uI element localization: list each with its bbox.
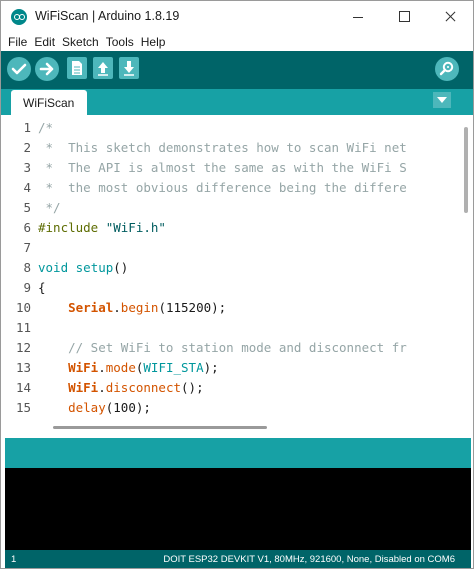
title-bar: WiFiScan | Arduino 1.8.19 — [1, 1, 473, 32]
code-line: 11 — [1, 318, 461, 338]
toolbar — [1, 51, 473, 89]
line-number: 14 — [15, 380, 31, 395]
menu-file[interactable]: File — [8, 35, 27, 49]
line-number: 8 — [23, 260, 31, 275]
code-text: WiFi.mode(WIFI_STA); — [68, 360, 219, 375]
horizontal-scrollbar[interactable] — [1, 421, 473, 435]
arrow-down-icon — [124, 61, 134, 76]
tab-bar: WiFiScan — [1, 89, 473, 115]
document-icon — [72, 61, 82, 75]
line-number: 2 — [23, 140, 31, 155]
code-editor[interactable]: 1 /* 2 * This sketch demonstrates how to s… — [1, 115, 473, 421]
code-text: */ — [38, 200, 61, 215]
upload-button[interactable] — [35, 57, 59, 81]
code-line: 9{ — [1, 278, 461, 298]
arduino-ide-window: WiFiScan | Arduino 1.8.19 File Edit Sket… — [0, 0, 474, 569]
code-line: 2 * This sketch demonstrates how to scan… — [1, 138, 461, 158]
line-number: 4 — [23, 180, 31, 195]
code-line: 5 */ — [1, 198, 461, 218]
code-text: delay(100); — [68, 400, 151, 415]
verify-button[interactable] — [7, 57, 31, 81]
code-text: #include "WiFi.h" — [38, 220, 166, 235]
tab-wifiscan[interactable]: WiFiScan — [11, 90, 87, 115]
vertical-scroll-thumb[interactable] — [464, 127, 468, 213]
code-text: * This sketch demonstrates how to scan W… — [38, 140, 407, 155]
serial-monitor-button[interactable] — [435, 57, 459, 81]
console-output — [5, 468, 471, 550]
minimize-button[interactable] — [335, 1, 381, 32]
line-number: 9 — [23, 280, 31, 295]
code-line: 4 * the most obvious difference being th… — [1, 178, 461, 198]
menu-sketch[interactable]: Sketch — [62, 35, 99, 49]
code-line: 15 delay(100); — [1, 398, 461, 418]
horizontal-scroll-thumb[interactable] — [53, 426, 267, 429]
code-text: * The API is almost the same as with the… — [38, 160, 407, 175]
line-number: 7 — [23, 240, 31, 255]
code-line: 6 #include "WiFi.h" — [1, 218, 461, 238]
line-number: 6 — [23, 220, 31, 235]
code-text: Serial.begin(115200); — [68, 300, 227, 315]
code-line: 13 WiFi.mode(WIFI_STA); — [1, 358, 461, 378]
arrow-up-icon — [98, 62, 108, 76]
save-button[interactable] — [119, 57, 139, 79]
arduino-logo-icon — [11, 9, 27, 25]
code-text: * the most obvious difference being the … — [38, 180, 407, 195]
menu-tools[interactable]: Tools — [106, 35, 134, 49]
code-line: 3 * The API is almost the same as with t… — [1, 158, 461, 178]
open-button[interactable] — [93, 57, 113, 79]
line-number: 1 — [23, 120, 31, 135]
line-number: 15 — [15, 400, 31, 415]
message-area — [5, 438, 471, 468]
menu-bar: File Edit Sketch Tools Help — [1, 32, 473, 51]
maximize-button[interactable] — [381, 1, 427, 32]
line-number: 13 — [15, 360, 31, 375]
code-line: 7 — [1, 238, 461, 258]
code-line: 12 // Set WiFi to station mode and disco… — [1, 338, 461, 358]
line-number: 5 — [23, 200, 31, 215]
code-text: /* — [38, 120, 54, 135]
code-text: void setup() — [38, 260, 129, 275]
line-number: 11 — [15, 320, 31, 335]
code-line: 8 void setup() — [1, 258, 461, 278]
code-text: // Set WiFi to station mode and disconne… — [38, 340, 407, 355]
new-button[interactable] — [67, 57, 87, 79]
magnifier-icon — [439, 61, 454, 76]
line-number: 12 — [15, 340, 31, 355]
code-text: WiFi.disconnect(); — [68, 380, 204, 395]
arrow-right-icon — [39, 62, 54, 76]
line-number: 3 — [23, 160, 31, 175]
code-line: 14 WiFi.disconnect(); — [1, 378, 461, 398]
board-info: DOIT ESP32 DEVKIT V1, 80MHz, 921600, Non… — [163, 554, 455, 565]
code-text: { — [38, 280, 46, 295]
menu-help[interactable]: Help — [141, 35, 166, 49]
code-line: 1 /* — [1, 118, 461, 138]
line-number-indicator: 1 — [11, 554, 17, 565]
check-icon — [11, 63, 27, 75]
tab-menu-button[interactable] — [433, 92, 451, 108]
status-bar: 1 DOIT ESP32 DEVKIT V1, 80MHz, 921600, N… — [5, 550, 471, 568]
vertical-scrollbar[interactable] — [461, 115, 473, 421]
window-title: WiFiScan | Arduino 1.8.19 — [35, 9, 180, 23]
line-number: 10 — [15, 300, 31, 315]
menu-edit[interactable]: Edit — [34, 35, 55, 49]
code-line: 10 Serial.begin(115200); — [1, 298, 461, 318]
close-button[interactable] — [427, 1, 473, 32]
